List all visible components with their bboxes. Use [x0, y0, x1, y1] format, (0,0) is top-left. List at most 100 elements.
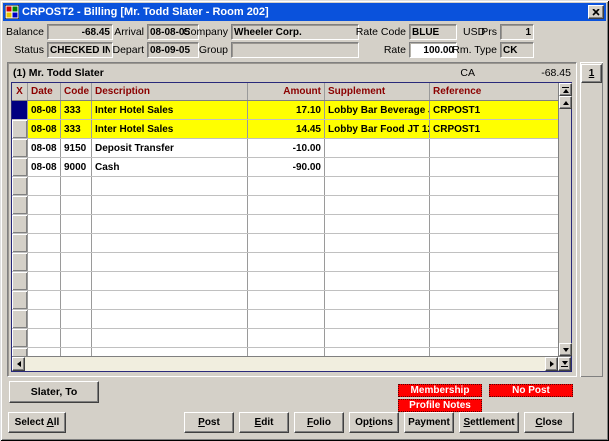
table-row-empty[interactable] — [12, 196, 558, 215]
cell-amount: -10.00 — [248, 139, 325, 157]
row-selector[interactable] — [12, 272, 28, 290]
close-button[interactable]: Close — [524, 412, 574, 433]
cell-reference — [430, 272, 558, 290]
row-selector[interactable] — [12, 310, 28, 328]
edit-button[interactable]: Edit — [239, 412, 289, 433]
row-selector[interactable] — [12, 348, 28, 356]
table-row[interactable]: 08-08333Inter Hotel Sales17.10Lobby Bar … — [12, 101, 558, 120]
scroll-right-button[interactable] — [545, 357, 558, 371]
cell-amount — [248, 215, 325, 233]
cell-reference — [430, 310, 558, 328]
row-selector[interactable] — [12, 120, 28, 138]
cell-date — [28, 253, 61, 271]
folio-balance: -68.45 — [475, 67, 571, 79]
table-row-empty[interactable] — [12, 177, 558, 196]
folio-button[interactable]: Folio — [294, 412, 344, 433]
cell-description: Deposit Transfer — [92, 139, 248, 157]
cell-supplement — [325, 272, 430, 290]
cell-date: 08-08 — [28, 139, 61, 157]
row-selector[interactable] — [12, 234, 28, 252]
table-row-empty[interactable] — [12, 234, 558, 253]
cell-supplement — [325, 139, 430, 157]
postings-grid: XDateCodeDescriptionAmountSupplementRefe… — [11, 82, 572, 372]
cell-reference: CRPOST1 — [430, 101, 558, 119]
table-row[interactable]: 08-089000Cash-90.00 — [12, 158, 558, 177]
scroll-to-bottom-button[interactable] — [558, 357, 571, 371]
cell-description — [92, 196, 248, 214]
scroll-up-button[interactable] — [559, 96, 572, 109]
close-icon[interactable] — [588, 5, 604, 19]
table-row-empty[interactable] — [12, 253, 558, 272]
row-selector[interactable] — [12, 291, 28, 309]
vertical-scrollbar-track[interactable] — [559, 109, 571, 343]
select-all-button[interactable]: Select All — [8, 412, 66, 433]
column-header-date: Date — [28, 83, 61, 100]
cell-description: Inter Hotel Sales — [92, 120, 248, 138]
cell-code: 9150 — [61, 139, 92, 157]
rate-code-field[interactable] — [409, 24, 457, 40]
table-row-empty[interactable] — [12, 215, 558, 234]
row-selector[interactable] — [12, 139, 28, 157]
row-selector[interactable] — [12, 177, 28, 195]
table-row-empty[interactable] — [12, 348, 558, 356]
cell-amount — [248, 253, 325, 271]
balance-label: Balance — [4, 24, 44, 40]
table-row-empty[interactable] — [12, 291, 558, 310]
row-selector[interactable] — [12, 215, 28, 233]
folio-panel: (1) Mr. Todd Slater CA -68.45 XDateCodeD… — [7, 62, 577, 377]
membership-badge[interactable]: Membership — [398, 384, 482, 397]
row-selector[interactable] — [12, 101, 28, 119]
status-field[interactable] — [47, 42, 113, 58]
cell-supplement: Lobby Bar Beverage JT 12/0 — [325, 101, 430, 119]
cell-reference — [430, 196, 558, 214]
row-selector[interactable] — [12, 196, 28, 214]
cell-supplement — [325, 291, 430, 309]
scroll-down-button[interactable] — [559, 343, 572, 356]
row-selector[interactable] — [12, 253, 28, 271]
cell-date — [28, 310, 61, 328]
cell-description — [92, 329, 248, 347]
table-row-empty[interactable] — [12, 272, 558, 291]
cell-date — [28, 196, 61, 214]
cell-date — [28, 348, 61, 356]
cell-code: 9000 — [61, 158, 92, 176]
profile-notes-badge[interactable]: Profile Notes — [398, 399, 482, 412]
cell-date — [28, 215, 61, 233]
group-label: Group — [176, 42, 228, 58]
cell-code — [61, 310, 92, 328]
vertical-scrollbar[interactable] — [558, 83, 571, 356]
payment-code: CA — [445, 67, 475, 79]
no-post-badge[interactable]: No Post — [489, 384, 573, 397]
scroll-left-button[interactable] — [12, 357, 25, 371]
app-icon — [5, 5, 19, 19]
scroll-to-top-button[interactable] — [559, 83, 572, 96]
status-label: Status — [4, 42, 44, 58]
grid-body: 08-08333Inter Hotel Sales17.10Lobby Bar … — [12, 101, 558, 356]
row-selector[interactable] — [12, 329, 28, 347]
row-selector[interactable] — [12, 158, 28, 176]
table-row-empty[interactable] — [12, 310, 558, 329]
options-button[interactable]: Options — [349, 412, 399, 433]
window-title: CRPOST2 - Billing [Mr. Todd Slater - Roo… — [22, 6, 585, 18]
horizontal-scrollbar[interactable] — [12, 356, 571, 371]
table-row[interactable]: 08-089150Deposit Transfer-10.00 — [12, 139, 558, 158]
guest-window-tab[interactable]: Slater, To — [9, 381, 99, 403]
table-row[interactable]: 08-08333Inter Hotel Sales14.45Lobby Bar … — [12, 120, 558, 139]
cell-description: Cash — [92, 158, 248, 176]
payment-button[interactable]: Payment — [404, 412, 454, 433]
table-row-empty[interactable] — [12, 329, 558, 348]
cell-reference — [430, 215, 558, 233]
post-button[interactable]: Post — [184, 412, 234, 433]
horizontal-scrollbar-track[interactable] — [25, 357, 545, 371]
cell-amount — [248, 310, 325, 328]
rm-type-field[interactable] — [500, 42, 534, 58]
prs-field[interactable] — [500, 24, 534, 40]
balance-field[interactable] — [47, 24, 113, 40]
settlement-button[interactable]: Settlement — [459, 412, 519, 433]
group-field[interactable] — [231, 42, 359, 58]
company-field[interactable] — [231, 24, 359, 40]
cell-code — [61, 272, 92, 290]
cell-amount — [248, 329, 325, 347]
window-1-button[interactable]: 1 — [581, 64, 602, 83]
cell-supplement — [325, 310, 430, 328]
